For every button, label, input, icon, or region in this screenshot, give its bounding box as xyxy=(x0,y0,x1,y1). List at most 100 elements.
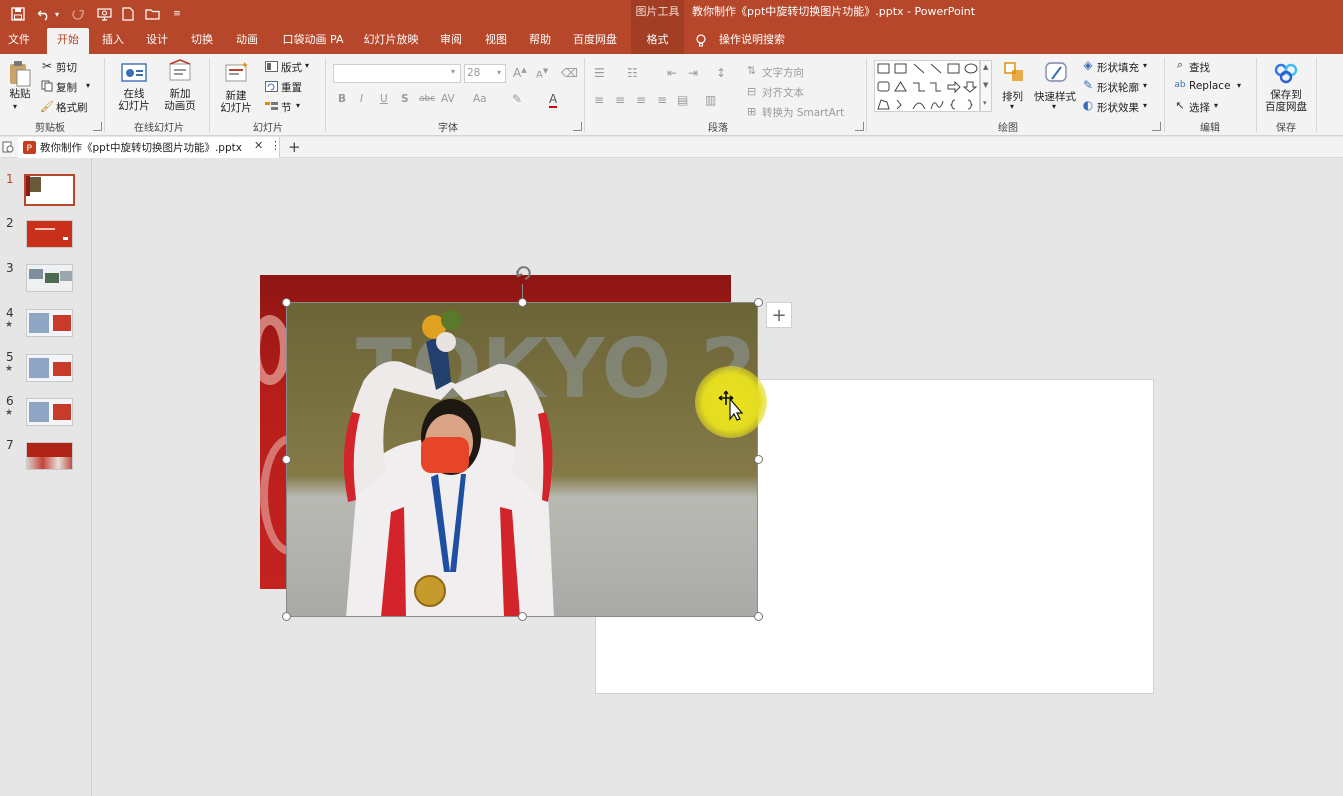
font-name-dropdown-icon[interactable]: ▾ xyxy=(451,67,455,76)
tab-slideshow[interactable]: 幻灯片放映 xyxy=(360,28,422,54)
tab-home[interactable]: 开始 xyxy=(47,28,89,54)
tab-design[interactable]: 设计 xyxy=(140,28,174,54)
italic-button[interactable]: I xyxy=(360,93,363,105)
font-color-icon[interactable]: A xyxy=(549,92,558,108)
increase-indent-icon[interactable]: ⇥ xyxy=(688,66,698,80)
slide-thumbnail-6[interactable] xyxy=(26,398,73,426)
slide-thumbnail-4[interactable] xyxy=(26,309,73,337)
justify-icon[interactable]: ≡ xyxy=(657,93,667,107)
shape-outline-button[interactable]: 形状轮廓 xyxy=(1097,80,1139,95)
reset-button[interactable]: 重置 xyxy=(281,80,302,95)
clipboard-launcher-icon[interactable] xyxy=(93,122,102,131)
paragraph-launcher-icon[interactable] xyxy=(855,122,864,131)
shape-fill-button[interactable]: 形状填充 xyxy=(1097,60,1139,75)
tab-pocket-animation[interactable]: 口袋动画 PA xyxy=(277,28,349,54)
shrink-font-icon[interactable]: A▼ xyxy=(536,67,548,80)
quick-styles-icon[interactable] xyxy=(1042,58,1070,86)
quick-styles-dropdown-icon[interactable]: ▾ xyxy=(1052,102,1056,111)
tab-file[interactable]: 文件 xyxy=(0,28,38,54)
line-spacing-icon[interactable]: ↕ xyxy=(716,66,726,80)
replace-button[interactable]: Replace xyxy=(1189,80,1231,92)
numbering-icon[interactable]: ☷ xyxy=(627,66,638,80)
decrease-indent-icon[interactable]: ⇤ xyxy=(667,66,677,80)
slide-thumbnail-1[interactable] xyxy=(24,174,75,206)
shapes-gallery-scroll[interactable]: ▲ ▼ ▾ xyxy=(980,60,992,112)
resize-handle-w[interactable] xyxy=(282,455,291,464)
copy-dropdown-icon[interactable]: ▾ xyxy=(86,81,90,90)
replace-dropdown-icon[interactable]: ▾ xyxy=(1237,81,1241,90)
find-button[interactable]: 查找 xyxy=(1189,60,1210,75)
format-painter-button[interactable]: 格式刷 xyxy=(56,100,88,115)
slide-thumbnail-3[interactable] xyxy=(26,264,73,292)
align-center-icon[interactable]: ≡ xyxy=(615,93,625,107)
align-text-button[interactable]: 对齐文本 xyxy=(762,85,804,100)
tab-help[interactable]: 帮助 xyxy=(523,28,557,54)
new-animation-page-icon[interactable] xyxy=(166,58,194,86)
shape-effects-dropdown-icon[interactable]: ▾ xyxy=(1143,101,1147,110)
character-spacing-button[interactable]: AV xyxy=(441,93,455,105)
slide-thumbnail-5[interactable] xyxy=(26,354,73,382)
customize-toolbar-icon[interactable]: ≡ xyxy=(170,4,184,24)
resize-handle-n[interactable] xyxy=(518,298,527,307)
resize-handle-sw[interactable] xyxy=(282,612,291,621)
cut-button[interactable]: 剪切 xyxy=(56,60,77,75)
document-tab[interactable]: P 教你制作《ppt中旋转切换图片功能》.pptx ✕ ⋮ xyxy=(18,137,281,158)
distributed-icon[interactable]: ▤ xyxy=(677,93,688,107)
redo-icon[interactable] xyxy=(68,4,88,24)
tab-animations[interactable]: 动画 xyxy=(230,28,264,54)
slide-thumbnail-2[interactable] xyxy=(26,220,73,248)
resize-handle-e[interactable] xyxy=(754,455,763,464)
highlight-icon[interactable]: ✎ xyxy=(512,92,522,106)
layout-button[interactable]: 版式 xyxy=(281,60,302,75)
font-size-combobox[interactable]: 28 ▾ xyxy=(464,64,506,83)
shape-fill-dropdown-icon[interactable]: ▾ xyxy=(1143,61,1147,70)
online-slides-button[interactable]: 在线 幻灯片 xyxy=(112,88,156,112)
shape-outline-dropdown-icon[interactable]: ▾ xyxy=(1143,81,1147,90)
align-right-icon[interactable]: ≡ xyxy=(636,93,646,107)
clear-formatting-icon[interactable]: ⌫ xyxy=(561,66,578,80)
section-dropdown-icon[interactable]: ▾ xyxy=(296,101,300,110)
layout-dropdown-icon[interactable]: ▾ xyxy=(305,61,309,70)
strikethrough-button[interactable]: abc xyxy=(419,94,435,104)
resize-handle-s[interactable] xyxy=(518,612,527,621)
close-tab-icon[interactable]: ✕ xyxy=(254,139,263,152)
baidu-netdisk-icon[interactable] xyxy=(1272,60,1300,86)
change-case-button[interactable]: Aa xyxy=(473,93,487,105)
select-button[interactable]: 选择 xyxy=(1189,100,1210,115)
shapes-gallery[interactable] xyxy=(874,60,980,112)
tab-view[interactable]: 视图 xyxy=(479,28,513,54)
resize-handle-se[interactable] xyxy=(754,612,763,621)
columns-icon[interactable]: ▥ xyxy=(705,93,716,107)
new-slide-icon[interactable]: ✦ xyxy=(222,59,250,87)
tab-format[interactable]: 格式 xyxy=(631,28,684,54)
save-to-baidu-button[interactable]: 保存到 百度网盘 xyxy=(1262,89,1310,113)
layout-options-plus-icon[interactable]: + xyxy=(766,302,792,328)
bullets-icon[interactable]: ☰ xyxy=(594,66,605,80)
resize-handle-nw[interactable] xyxy=(282,298,291,307)
new-animation-page-button[interactable]: 新加 动画页 xyxy=(156,88,204,112)
new-file-icon[interactable] xyxy=(118,4,138,24)
tab-insert[interactable]: 插入 xyxy=(96,28,130,54)
section-button[interactable]: 节 xyxy=(281,100,292,115)
resize-handle-ne[interactable] xyxy=(754,298,763,307)
tell-me-search[interactable]: 操作说明搜索 xyxy=(719,28,785,54)
tab-transitions[interactable]: 切换 xyxy=(185,28,219,54)
save-icon[interactable] xyxy=(8,4,28,24)
new-tab-icon[interactable]: + xyxy=(288,138,301,156)
bold-button[interactable]: B xyxy=(338,93,346,105)
shadow-button[interactable]: S xyxy=(401,93,409,105)
text-direction-button[interactable]: 文字方向 xyxy=(762,65,804,80)
tab-review[interactable]: 审阅 xyxy=(434,28,468,54)
drawing-launcher-icon[interactable] xyxy=(1152,122,1161,131)
arrange-dropdown-icon[interactable]: ▾ xyxy=(1010,102,1014,111)
new-slide-button[interactable]: 新建 幻灯片 xyxy=(214,90,258,114)
slide-canvas[interactable]: TOKYO 20 xyxy=(93,158,1343,796)
convert-smartart-button[interactable]: 转换为 SmartArt xyxy=(762,105,844,120)
shape-effects-button[interactable]: 形状效果 xyxy=(1097,100,1139,115)
online-slides-icon[interactable] xyxy=(120,60,148,86)
copy-button[interactable]: 复制 xyxy=(56,80,77,95)
underline-button[interactable]: U xyxy=(380,93,388,105)
slide-thumbnail-7[interactable] xyxy=(26,442,73,470)
grow-font-icon[interactable]: A▲ xyxy=(513,66,527,80)
tab-menu-icon[interactable]: ⋮ xyxy=(270,139,281,152)
